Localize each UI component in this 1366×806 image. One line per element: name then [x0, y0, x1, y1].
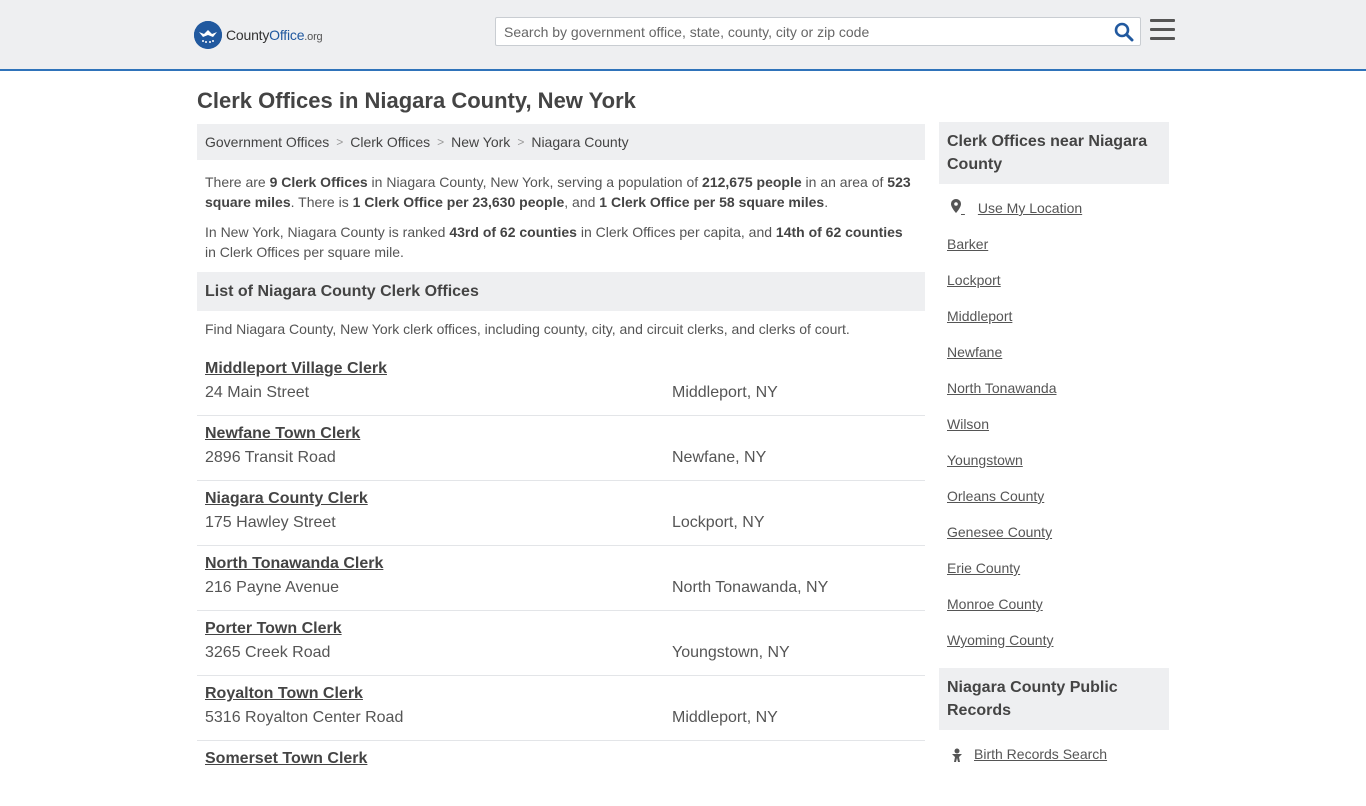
nearby-link-erie-county[interactable]: Erie County — [947, 558, 1161, 594]
sidebar: Clerk Offices near Niagara County Use My… — [939, 122, 1169, 762]
list-description: Find Niagara County, New York clerk offi… — [205, 321, 850, 337]
office-row: Somerset Town Clerk — [197, 741, 925, 806]
logo-wordmark: CountyOffice.org — [226, 27, 323, 43]
breadcrumb-clerk-offices[interactable]: Clerk Offices — [350, 134, 430, 150]
page-title: Clerk Offices in Niagara County, New Yor… — [197, 88, 636, 113]
breadcrumb: Government Offices > Clerk Offices > New… — [197, 124, 925, 160]
office-city: Middleport, NY — [672, 384, 778, 401]
office-list: Middleport Village Clerk 24 Main Street … — [197, 345, 925, 806]
main-content: Government Offices > Clerk Offices > New… — [197, 124, 925, 806]
nearby-link-monroe-county[interactable]: Monroe County — [947, 594, 1161, 630]
office-row: Newfane Town Clerk 2896 Transit Road New… — [197, 416, 925, 481]
nearby-links: Use My Location Barker Lockport Middlepo… — [939, 184, 1169, 666]
birth-records-label: Birth Records Search — [974, 746, 1108, 762]
office-name-link[interactable]: Somerset Town Clerk — [205, 750, 367, 768]
office-row: Middleport Village Clerk 24 Main Street … — [197, 351, 925, 416]
nearby-link-newfane[interactable]: Newfane — [947, 342, 1161, 378]
intro-paragraph-ranking: In New York, Niagara County is ranked 43… — [205, 224, 903, 260]
nearby-link-barker[interactable]: Barker — [947, 234, 1161, 270]
public-records-links: Birth Records Search — [939, 730, 1169, 762]
office-address: 216 Payne Avenue — [205, 579, 340, 596]
top-bar: CountyOffice.org — [0, 0, 1366, 71]
search-bar — [495, 17, 1141, 46]
chevron-right-icon: > — [336, 135, 344, 149]
chevron-right-icon: > — [517, 135, 525, 149]
nearby-link-lockport[interactable]: Lockport — [947, 270, 1161, 306]
site-logo[interactable]: CountyOffice.org — [194, 20, 323, 50]
office-city: Newfane, NY — [672, 449, 767, 466]
breadcrumb-government-offices[interactable]: Government Offices — [205, 134, 329, 150]
nearby-link-genesee-county[interactable]: Genesee County — [947, 522, 1161, 558]
use-my-location-label: Use My Location — [977, 200, 1083, 216]
breadcrumb-new-york[interactable]: New York — [451, 134, 510, 150]
baby-icon — [951, 748, 962, 762]
office-address: 2896 Transit Road — [205, 449, 336, 466]
office-city: Lockport, NY — [672, 514, 765, 531]
office-row: Royalton Town Clerk 5316 Royalton Center… — [197, 676, 925, 741]
office-row: North Tonawanda Clerk 216 Payne Avenue N… — [197, 546, 925, 611]
chevron-right-icon: > — [437, 135, 445, 149]
office-name-link[interactable]: Newfane Town Clerk — [205, 425, 360, 443]
search-input[interactable] — [496, 18, 1106, 45]
nearby-heading: Clerk Offices near Niagara County — [939, 122, 1169, 184]
map-pin-icon — [951, 199, 965, 216]
search-icon[interactable] — [1114, 22, 1134, 42]
birth-records-link[interactable]: Birth Records Search — [947, 746, 1161, 762]
office-city: North Tonawanda, NY — [672, 579, 829, 596]
office-name-link[interactable]: Niagara County Clerk — [205, 490, 368, 508]
nearby-link-north-tonawanda[interactable]: North Tonawanda — [947, 378, 1161, 414]
list-heading: List of Niagara County Clerk Offices — [197, 272, 925, 311]
breadcrumb-niagara-county[interactable]: Niagara County — [531, 134, 628, 150]
office-name-link[interactable]: North Tonawanda Clerk — [205, 555, 383, 573]
office-address: 175 Hawley Street — [205, 514, 336, 531]
office-address: 5316 Royalton Center Road — [205, 709, 404, 726]
use-my-location-link[interactable]: Use My Location — [947, 198, 1161, 234]
nearby-link-middleport[interactable]: Middleport — [947, 306, 1161, 342]
intro-text: There are 9 Clerk Offices in Niagara Cou… — [197, 160, 925, 262]
eagle-logo-icon — [194, 21, 222, 49]
nearby-link-youngstown[interactable]: Youngstown — [947, 450, 1161, 486]
intro-paragraph-stats: There are 9 Clerk Offices in Niagara Cou… — [205, 174, 911, 210]
office-name-link[interactable]: Porter Town Clerk — [205, 620, 342, 638]
office-city: Middleport, NY — [672, 709, 778, 726]
nearby-link-wilson[interactable]: Wilson — [947, 414, 1161, 450]
office-row: Porter Town Clerk 3265 Creek Road Youngs… — [197, 611, 925, 676]
public-records-heading: Niagara County Public Records — [939, 668, 1169, 730]
office-name-link[interactable]: Royalton Town Clerk — [205, 685, 363, 703]
office-city: Youngstown, NY — [672, 644, 790, 661]
office-row: Niagara County Clerk 175 Hawley Street L… — [197, 481, 925, 546]
office-address: 24 Main Street — [205, 384, 310, 401]
office-address: 3265 Creek Road — [205, 644, 331, 661]
hamburger-menu-icon[interactable] — [1150, 19, 1175, 41]
nearby-link-orleans-county[interactable]: Orleans County — [947, 486, 1161, 522]
nearby-link-wyoming-county[interactable]: Wyoming County — [947, 630, 1161, 666]
office-name-link[interactable]: Middleport Village Clerk — [205, 360, 387, 378]
